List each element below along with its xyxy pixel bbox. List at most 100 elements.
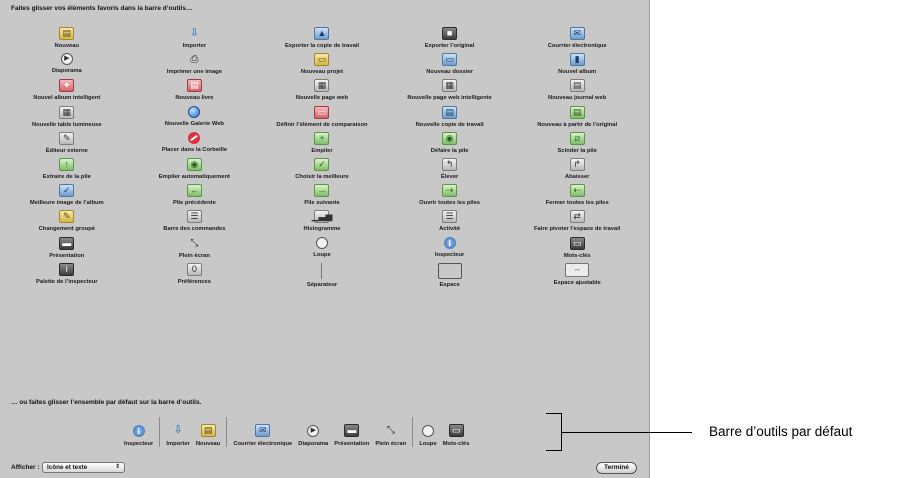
toolbar-item[interactable]: 0 Préférences <box>131 262 259 289</box>
toolbar-item-label: Importer <box>182 43 207 49</box>
toolbar-item[interactable]: ▤ Nouvelle copie de travail <box>386 105 514 132</box>
toolbar-item[interactable]: ⇢ Ouvrir toutes les piles <box>386 184 514 210</box>
extract-stack-icon: ↑ <box>59 157 75 171</box>
toolbar-item[interactable]: + Empiler <box>258 131 386 158</box>
toolbar-item[interactable]: ▤ Nouveau journal web <box>513 79 641 105</box>
toolbar-item[interactable]: i Palette de l’inspecteur <box>3 262 131 289</box>
done-button[interactable]: Terminé <box>596 462 637 474</box>
toolbar-item[interactable]: ■ Exporter l’original <box>386 27 514 53</box>
toolbar-item[interactable]: ← Pile précédente <box>131 184 259 210</box>
default-toolbar-set[interactable]: i Inspecteur ⇩ Importer ▤ Nouveau ✉ Courrier él… <box>117 414 555 451</box>
toolbar-item[interactable]: ◉ Empiler automatiquement <box>131 157 259 184</box>
toolbar-item-label: Courrier électronique <box>547 43 607 49</box>
toolbar-item[interactable]: ▭ Nouveau projet <box>258 53 386 79</box>
toolbar-item[interactable]: → Pile suivante <box>258 184 386 210</box>
toolbar-item[interactable]: ⎙ Imprimer une image <box>131 53 259 79</box>
toolbar-item[interactable]: Séparateur <box>258 262 386 289</box>
toolbar-item[interactable]: ✎ Changement groupé <box>3 210 131 236</box>
toolbar-item[interactable]: ▤ Nouveau livre <box>131 79 259 105</box>
new-version-icon: ▤ <box>442 105 458 119</box>
toolbar-item-label: Défaire la pile <box>430 147 469 154</box>
toolbar-item[interactable]: Placer dans la Corbeille <box>131 131 259 158</box>
toolbar-item-label: Espace ajustable <box>553 279 601 286</box>
toolbar-item[interactable]: ▭ Définir l’élément de comparaison <box>258 105 386 132</box>
toolbar-item-label: Espace <box>439 281 460 288</box>
toolbar-item-label: Palette de l’inspecteur <box>36 278 98 285</box>
light-table-icon: ▦ <box>59 105 75 119</box>
toolbar-item[interactable]: ✓ Choisir la meilleure <box>258 157 386 184</box>
default-bar-item[interactable]: ⤡ Plein écran <box>375 424 406 448</box>
toolbar-item[interactable]: ◉ Défaire la pile <box>386 131 514 158</box>
pick-icon: ✓ <box>314 157 330 171</box>
preferences-icon: 0 <box>186 262 202 276</box>
sheet-footer: Afficher : Icône et texte ⇕ Terminé <box>0 459 650 478</box>
toolbar-item[interactable]: ☰ Activité <box>386 210 514 236</box>
toolbar-item[interactable]: ▶ Diaporama <box>3 53 131 79</box>
toolbar-item-label: Abaisser <box>564 173 590 180</box>
toolbar-item[interactable]: ▭ Mots-clés <box>513 236 641 263</box>
printer-icon: ⎙ <box>190 54 199 66</box>
toolbar-item[interactable]: ↑ Extraire de la pile <box>3 157 131 184</box>
toolbar-item[interactable]: ✉ Courrier électronique <box>513 27 641 53</box>
promote-icon: ↰ <box>442 157 458 171</box>
default-bar-separator <box>226 417 228 447</box>
toolbar-item[interactable]: ⇠ Fermer toutes les piles <box>513 184 641 210</box>
inspector-info-icon: i <box>443 236 456 249</box>
toolbar-item[interactable]: i Inspecteur <box>386 236 514 263</box>
web-gallery-globe-icon <box>188 105 201 118</box>
toolbar-item[interactable]: ▦ Nouvelle table lumineuse <box>3 105 131 132</box>
toolbar-item[interactable]: ⇄ Faire pivoter l’espace de travail <box>513 210 641 236</box>
loupe-icon <box>315 236 328 249</box>
default-bar-item-label: Inspecteur <box>124 441 154 447</box>
inspector-info-icon: i <box>132 425 145 437</box>
default-bar-item-label: Mots-clés <box>442 441 470 447</box>
toolbar-item[interactable]: Nouvelle Galerie Web <box>131 105 259 132</box>
default-bar-item[interactable]: i Inspecteur <box>124 425 153 448</box>
toolbar-item[interactable]: ↱ Abaisser <box>513 157 641 184</box>
toolbar-item[interactable]: ✓ Meilleure image de l’album <box>3 184 131 210</box>
toolbar-item[interactable]: ▲ Exporter la copie de travail <box>258 27 386 53</box>
toolbar-item[interactable]: ▭ Nouveau dossier <box>386 53 514 79</box>
toolbar-item-label: Faire pivoter l’espace de travail <box>534 226 621 233</box>
toolbar-item[interactable]: ▦ Nouvelle page web <box>258 79 386 105</box>
default-bar-item[interactable]: ▶ Diaporama <box>298 425 328 448</box>
toolbar-item[interactable]: Espace <box>386 262 514 289</box>
toolbar-item-label: Exporter l’original <box>424 43 475 49</box>
toolbar-item[interactable]: ✦ Nouvel album intelligent <box>3 79 131 105</box>
new-album-icon: ▮ <box>569 53 585 67</box>
default-bar-item[interactable]: ▤ Nouveau <box>196 424 220 448</box>
toolbar-item-label: Loupe <box>313 251 331 258</box>
demote-icon: ↱ <box>569 157 585 171</box>
default-bar-item[interactable]: ▬ Présentation <box>334 424 369 448</box>
toolbar-item-label: Plein écran <box>178 252 210 259</box>
full-screen-icon: ⤡ <box>386 425 395 436</box>
toolbar-item[interactable]: ▤ Nouveau <box>3 27 131 53</box>
default-bar-item[interactable]: ▭ Mots-clés <box>442 424 470 448</box>
toolbar-item[interactable]: ✎ Éditeur externe <box>3 131 131 158</box>
toolbar-item[interactable]: ▤ Nouveau à partir de l’original <box>513 105 641 132</box>
toolbar-item[interactable]: Loupe <box>258 236 386 263</box>
toolbar-item[interactable]: ⇩ Importer <box>131 27 259 53</box>
space-box-icon <box>437 262 462 279</box>
web-page-icon: ▦ <box>314 79 330 93</box>
toolbar-item[interactable]: ⧄ Scinder la pile <box>513 131 641 158</box>
toolbar-item-label: Imprimer une image <box>166 69 222 76</box>
default-bar-item[interactable]: Loupe <box>419 425 437 448</box>
import-arrow-icon: ⇩ <box>189 27 199 39</box>
separator-icon <box>321 262 323 279</box>
default-bar-item[interactable]: ⇩ Importer <box>166 424 190 448</box>
split-stack-icon: ⧄ <box>569 131 585 145</box>
toolbar-item[interactable]: ▦ Nouvelle page web intelligente <box>386 79 514 105</box>
toolbar-item[interactable]: ↰ Élever <box>386 157 514 184</box>
toolbar-item[interactable]: ▬ Présentation <box>3 236 131 263</box>
toolbar-item-label: Éditeur externe <box>45 147 88 154</box>
default-bar-item[interactable]: ✉ Courrier électronique <box>233 424 292 448</box>
toolbar-item[interactable]: ↔ Espace ajustable <box>513 262 641 289</box>
toolbar-item[interactable]: ▮ Nouvel album <box>513 53 641 79</box>
toolbar-item[interactable]: ▁▃▅ Histogramme <box>258 210 386 236</box>
new-folder-icon: ▭ <box>442 53 458 67</box>
show-popup-menu[interactable]: Icône et texte ⇕ <box>42 462 125 473</box>
full-screen-icon: ⤡ <box>190 237 199 249</box>
toolbar-item[interactable]: ⤡ Plein écran <box>131 237 259 263</box>
toolbar-item[interactable]: ☰ Barre des commandes <box>131 210 259 236</box>
